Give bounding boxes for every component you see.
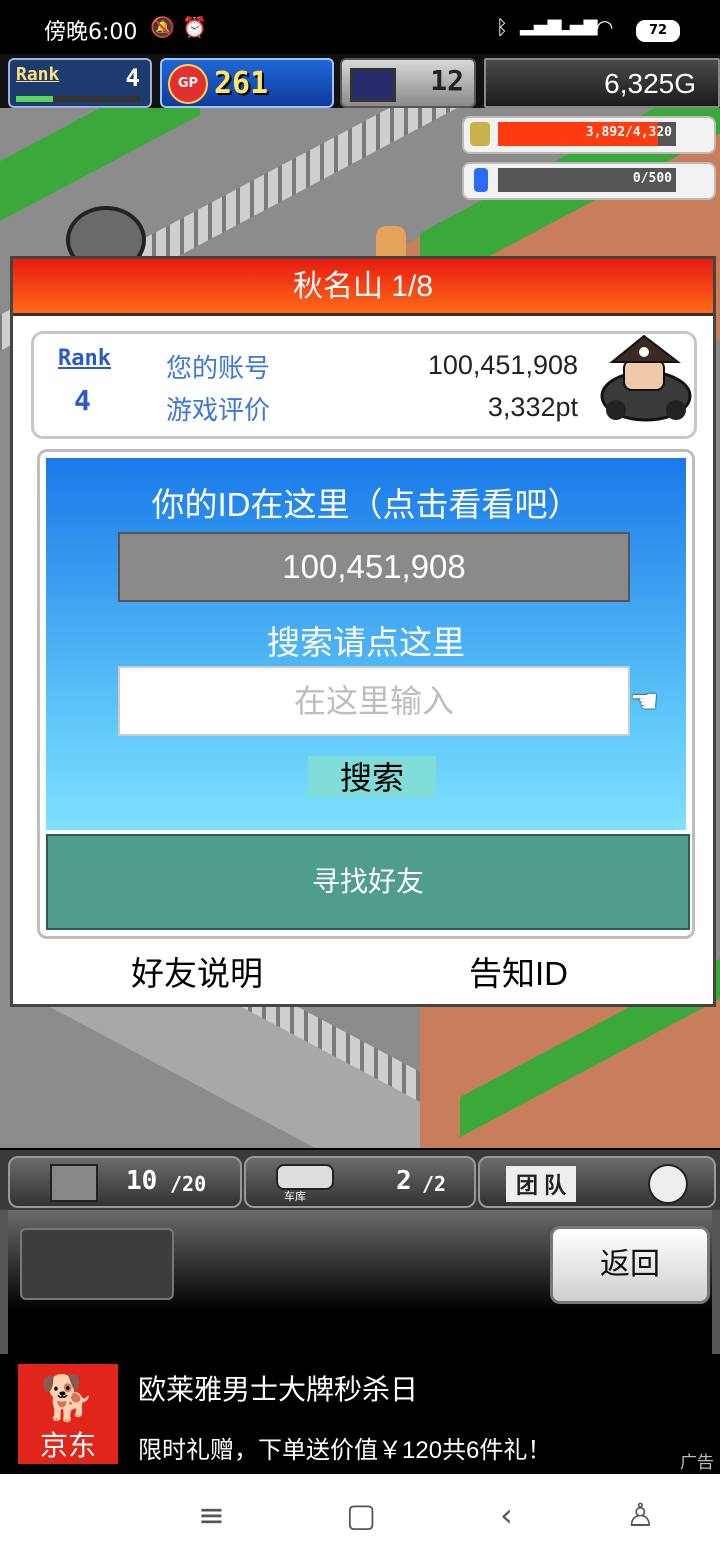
pirate-driver-avatar	[600, 334, 692, 422]
back-button[interactable]: 返回	[550, 1226, 710, 1304]
search-heading: 搜索请点这里	[267, 624, 465, 661]
fuel-text: 0/500	[632, 171, 672, 186]
ad-banner[interactable]: 🐕 京东 欧莱雅男士大牌秒杀日 限时礼赠，下单送价值￥120共6件礼！ 广告	[0, 1354, 720, 1474]
team-label: 团 队	[506, 1166, 577, 1202]
my-id-field[interactable]: 100,451,908	[118, 532, 630, 602]
search-input[interactable]: 在这里输入	[118, 666, 630, 736]
gp-value: 261	[214, 66, 269, 101]
menu-icon[interactable]: ≡	[198, 1496, 225, 1534]
pc-value: 12	[430, 64, 464, 97]
game-hud: Rank 4 GP 261 12 6,325G	[0, 54, 720, 108]
gp-box[interactable]: GP 261	[160, 58, 334, 108]
lower-panel: 返回	[0, 1210, 720, 1354]
rank-box[interactable]: Rank 4	[8, 58, 152, 108]
gp-icon: GP	[168, 64, 208, 104]
ad-subtitle: 限时礼赠，下单送价值￥120共6件礼！	[138, 1437, 552, 1464]
car-icon	[276, 1164, 334, 1190]
items-tab[interactable]: 10 /20	[8, 1156, 242, 1208]
account-card: Rank 4 您的账号 游戏评价 100,451,908 3,332pt	[31, 331, 697, 439]
rank-value: 4	[125, 64, 140, 92]
bluetooth-icon: ᛒ	[496, 15, 508, 39]
rank-progress-bar	[16, 96, 140, 102]
search-button[interactable]: 搜索	[308, 756, 436, 798]
money-value: 6,325G	[604, 68, 696, 99]
rating-value: 3,332pt	[487, 392, 578, 422]
bottle-icon	[474, 168, 488, 192]
signal-icon: ▂▄▆	[556, 15, 598, 36]
team-member-icon	[648, 1164, 688, 1204]
alarm-icon: ⏰	[182, 15, 207, 39]
jd-dog-icon: 🐕	[40, 1373, 95, 1424]
id-heading: 你的ID在这里（点击看看吧）	[151, 486, 581, 523]
mute-icon: 🔕	[150, 15, 175, 39]
search-panel: 你的ID在这里（点击看看吧） 100,451,908 搜索请点这里 在这里输入 …	[37, 449, 695, 939]
garage-label: 车库	[284, 1191, 306, 1203]
dialog-title: 秋名山 1/8	[13, 259, 713, 316]
empty-slot	[20, 1228, 174, 1300]
garage-count: 2	[396, 1166, 412, 1196]
friend-help-link[interactable]: 好友说明	[131, 947, 263, 995]
items-max: /20	[170, 1172, 207, 1196]
game-bottom-bar: 10 /20 车库 2 /2 团 队	[0, 1150, 720, 1210]
team-tab[interactable]: 团 队	[478, 1156, 716, 1208]
home-icon[interactable]: ▢	[346, 1496, 376, 1534]
crate-icon	[50, 1164, 98, 1202]
hedge	[0, 108, 200, 222]
tell-id-link[interactable]: 告知ID	[469, 947, 568, 995]
system-nav-bar: ≡ ▢ ‹ ♙	[0, 1474, 720, 1560]
pointing-hand-icon: ☚	[630, 682, 659, 720]
id-search-area: 你的ID在这里（点击看看吧） 100,451,908 搜索请点这里 在这里输入 …	[46, 458, 686, 830]
money-box: 6,325G	[484, 58, 720, 108]
find-friends-button[interactable]: 寻找好友	[46, 834, 690, 930]
card-rank-label: Rank	[58, 346, 111, 371]
garage-tab[interactable]: 车库 2 /2	[244, 1156, 476, 1208]
status-bar: 傍晚6:00 🔕 ⏰ ᛒ ▂▄▆ ▂▄▆ ◠ 72	[0, 0, 720, 54]
energy-meter: 3,892/4,320	[462, 116, 716, 154]
energy-text: 3,892/4,320	[585, 125, 672, 140]
computer-icon	[350, 68, 396, 102]
rank-label: Rank	[16, 64, 60, 85]
card-rank-value: 4	[74, 384, 91, 417]
friend-dialog: 秋名山 1/8 Rank 4 您的账号 游戏评价 100,451,908 3,3…	[10, 256, 716, 1007]
pc-box[interactable]: 12	[340, 58, 476, 108]
jd-brand: 京东	[39, 1430, 96, 1461]
ad-tag: 广告	[680, 1453, 714, 1472]
battery-indicator: 72	[636, 20, 680, 42]
garage-max: /2	[422, 1172, 447, 1196]
status-time: 傍晚6:00	[44, 20, 138, 45]
rating-label: 游戏评价	[166, 395, 271, 425]
wifi-icon: ◠	[596, 15, 614, 39]
accessibility-icon[interactable]: ♙	[626, 1496, 655, 1534]
coin-stack-icon	[470, 122, 490, 146]
account-value: 100,451,908	[427, 350, 578, 380]
back-icon[interactable]: ‹	[500, 1496, 513, 1534]
items-count: 10	[126, 1166, 158, 1196]
fuel-meter: 0/500	[462, 162, 716, 200]
ad-title: 欧莱雅男士大牌秒杀日	[138, 1374, 419, 1405]
account-label: 您的账号	[166, 353, 271, 383]
jd-logo: 🐕 京东	[18, 1364, 118, 1464]
